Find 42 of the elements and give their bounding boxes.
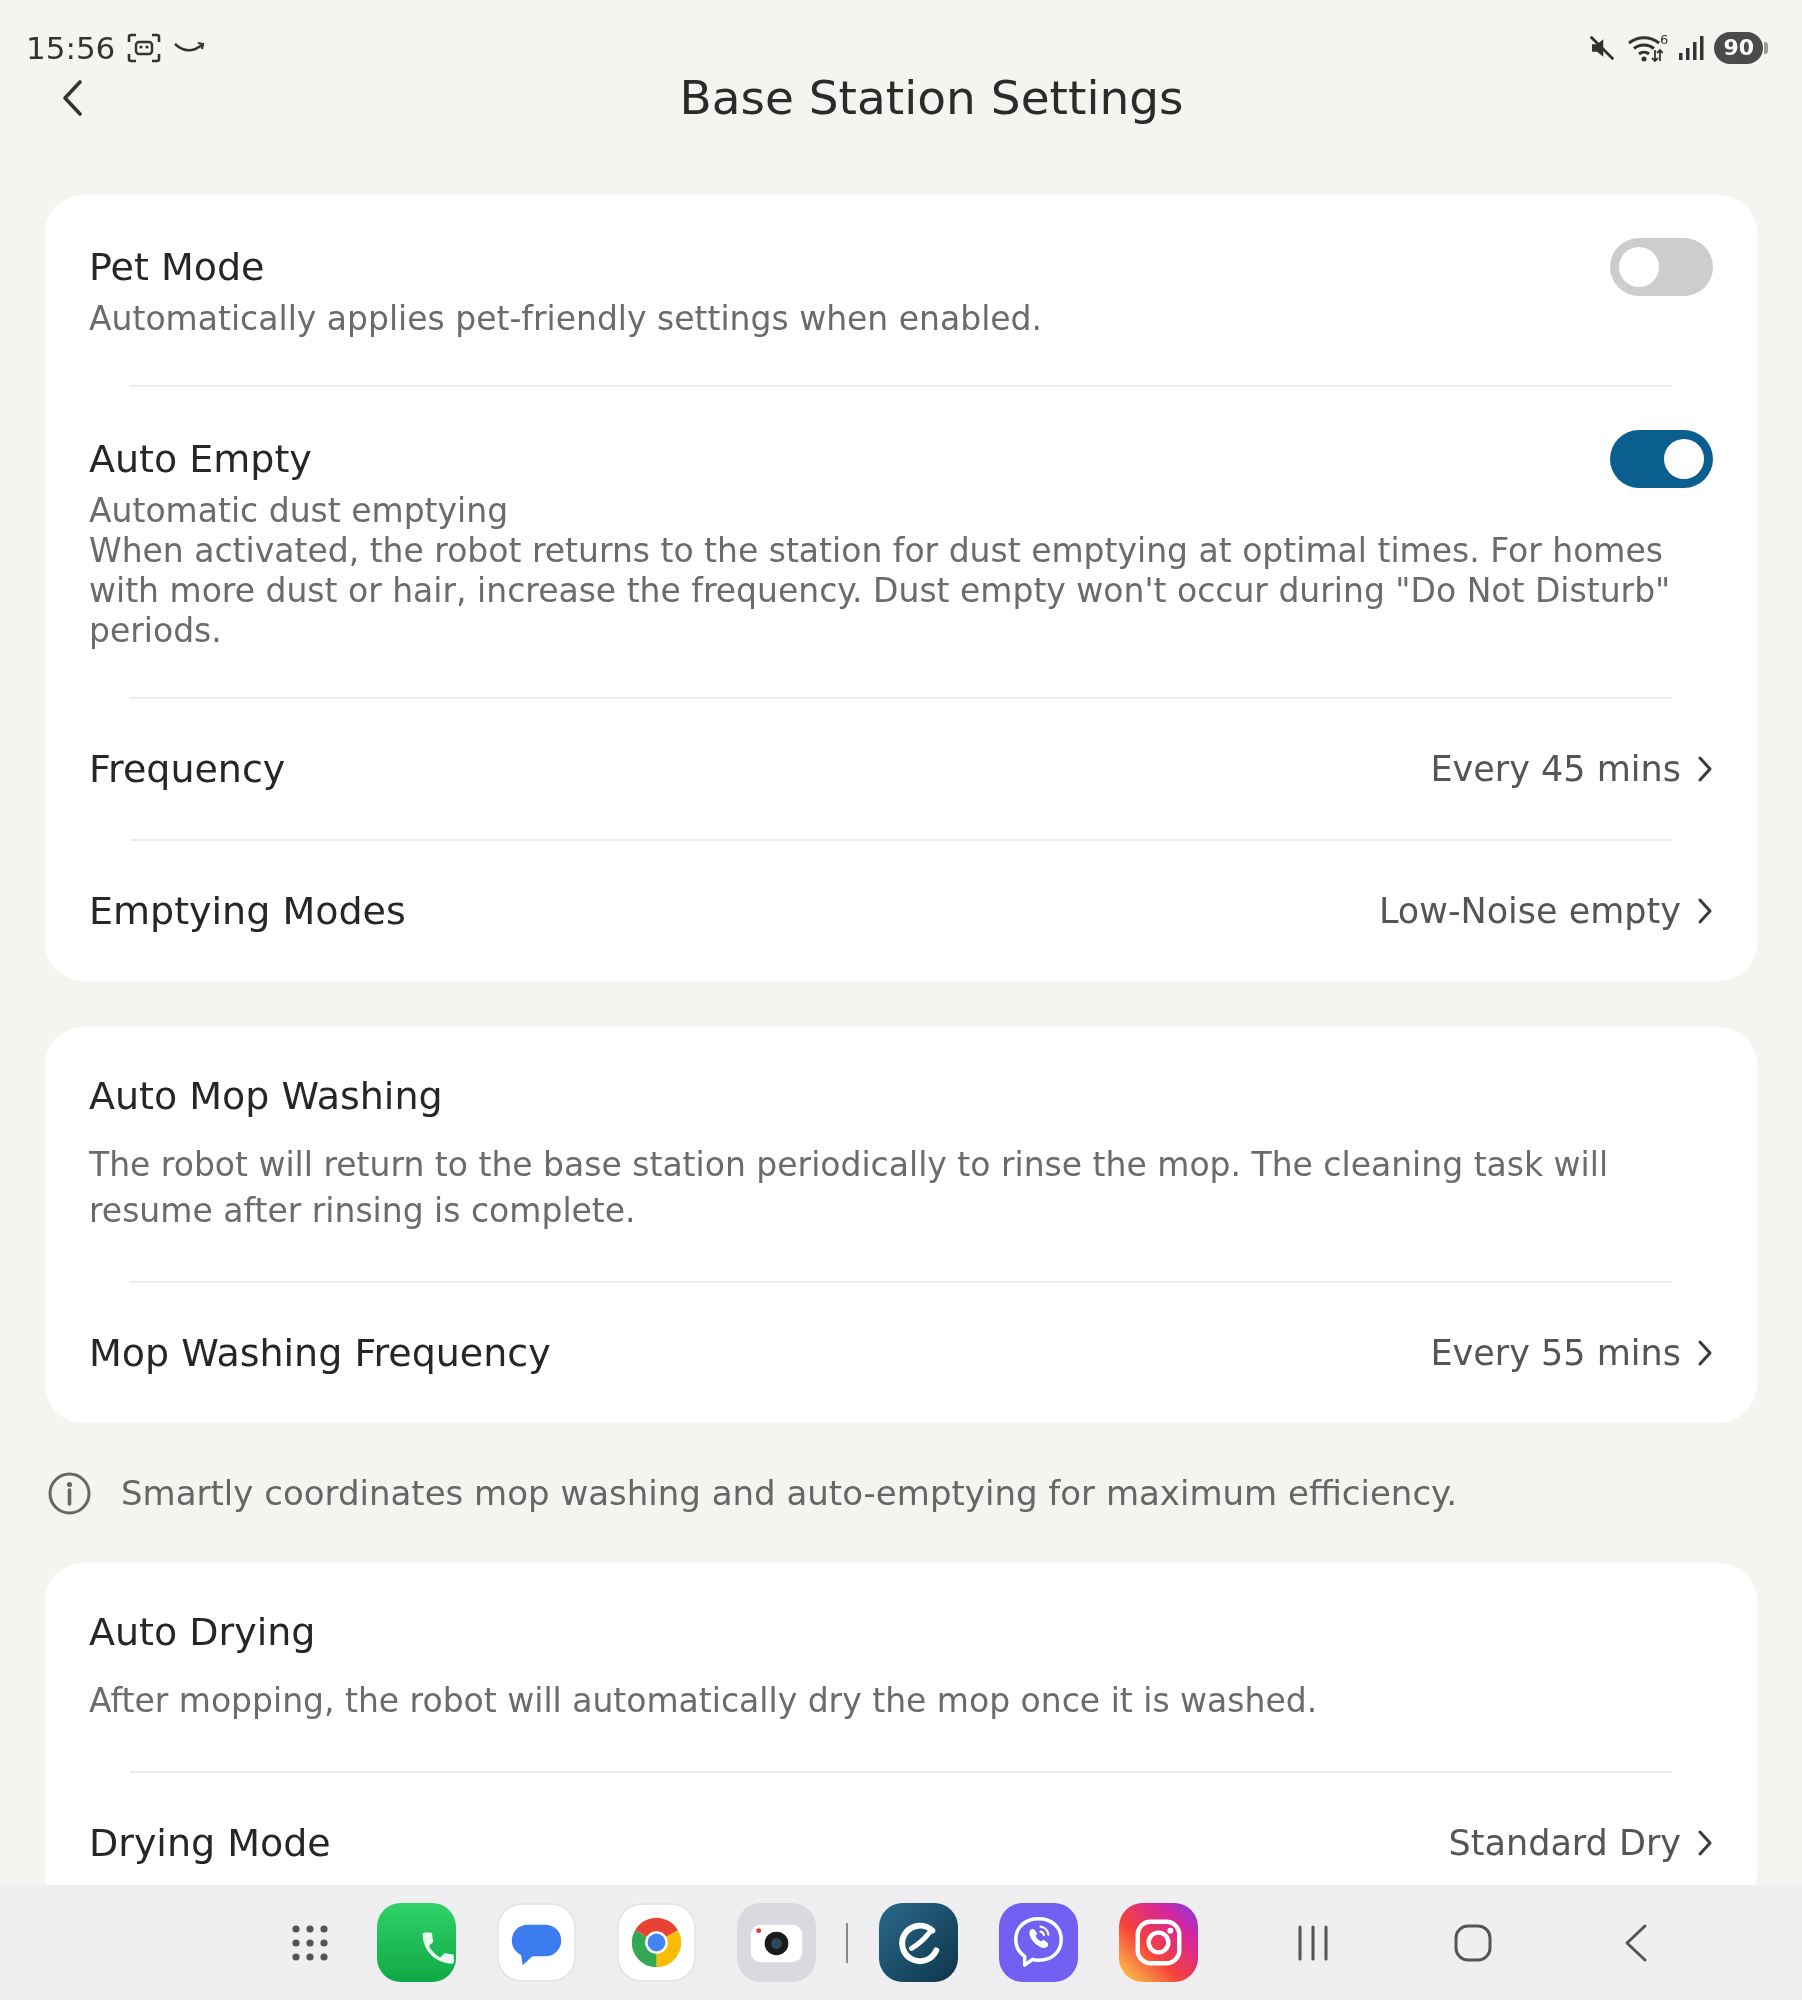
setting-value[interactable]: Standard Dry [1448,1819,1681,1867]
chevron-right-icon[interactable] [1697,1339,1713,1367]
chevron-right-icon[interactable] [1697,897,1713,925]
camera-app-icon[interactable] [737,1903,816,1982]
home-icon[interactable] [1453,1922,1493,1963]
setting-title: Emptying Modes [89,888,406,935]
signal-icon [1678,35,1705,61]
section-title: Auto Drying [89,1609,316,1656]
section-title: Auto Mop Washing [89,1073,443,1120]
setting-description: When activated, the robot returns to the station for dust emptying at optimal times. For homes with more dust or hair, increase the frequency. Dust empty won't occur during "Do Not Disturb" periods. [89,531,1672,651]
setting-value[interactable]: Every 55 mins [1430,1329,1681,1377]
app-grid-icon[interactable] [290,1922,330,1963]
toggle-switch[interactable] [1610,430,1713,488]
setting-description: Automatic dust emptying [89,491,510,531]
page-title: Base Station Settings [679,72,1184,124]
swirl-app-icon[interactable] [879,1903,958,1982]
setting-description: Automatically applies pet-friendly settings when enabled. [89,299,1044,339]
setting-title: Drying Mode [89,1820,331,1867]
setting-description: The robot will return to the base station periodically to rinse the mop. The cleaning task will resume after rinsing is complete. [89,1144,1610,1232]
info-note: Smartly coordinates mop washing and auto-emptying for maximum efficiency. [121,1472,1458,1515]
clock-time: 15:56 [26,29,116,68]
setting-value[interactable]: Every 45 mins [1430,745,1681,793]
setting-title: Auto Empty [89,436,312,483]
toggle-switch[interactable] [1610,238,1713,296]
info-icon [48,1471,91,1515]
setting-title: Frequency [89,746,286,793]
wifi-version-label: 6 [1660,33,1669,47]
chevron-right-icon[interactable] [1697,1829,1713,1857]
back-icon[interactable] [1623,1922,1649,1963]
setting-value[interactable]: Low-Noise empty [1378,887,1681,935]
setting-title: Pet Mode [89,244,265,291]
battery-indicator: 90 [1714,32,1768,64]
setting-description: After mopping, the robot will automatically dry the mop once it is washed. [89,1680,1319,1722]
chevron-right-icon[interactable] [1697,755,1713,783]
setting-title: Mop Washing Frequency [89,1330,551,1377]
phone-bubble-app-icon[interactable] [999,1903,1078,1982]
chat-bubble-app-icon[interactable] [497,1903,576,1982]
phone-app-icon[interactable] [377,1903,456,1982]
back-icon[interactable] [61,79,83,117]
scan-frame-icon [127,33,162,63]
camera-outline-app-icon[interactable] [1119,1903,1198,1982]
ring-app-icon[interactable] [617,1903,696,1982]
